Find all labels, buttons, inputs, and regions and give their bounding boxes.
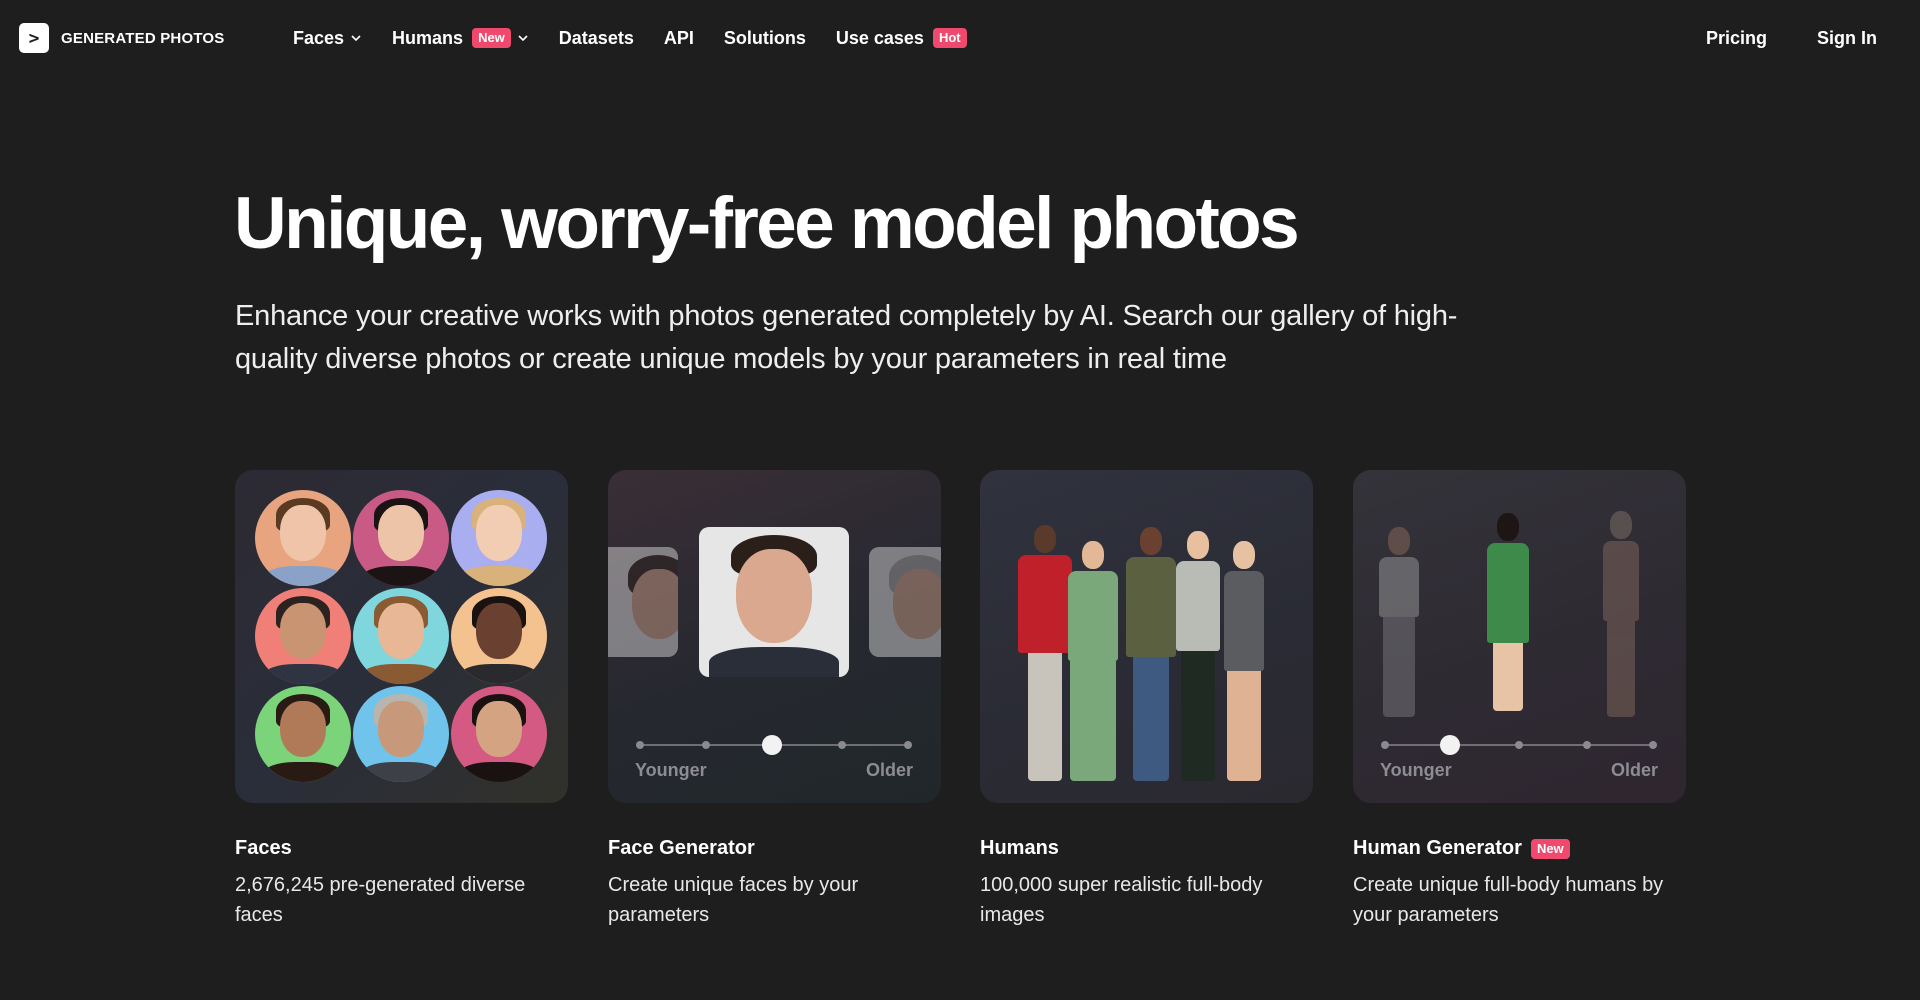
nav-faces-label: Faces [293,27,345,48]
slider-dot [1515,741,1523,749]
face-thumbnail [255,686,351,782]
slider-label-older: Older [1610,760,1658,780]
slider-label-younger: Younger [635,760,707,780]
face-thumbnail [451,490,547,586]
slider-dot [904,741,912,749]
card-human-generator-title: Human Generator New [1353,837,1686,860]
slider-labels: Younger Older [1380,760,1658,781]
slider-knob[interactable] [762,735,782,755]
card-human-generator-title-text: Human Generator [1353,837,1522,859]
chevron-down-icon [351,35,361,42]
slider-dot [702,741,710,749]
age-slider[interactable] [1381,735,1657,755]
face-thumbnail [353,490,449,586]
card-humans[interactable]: Humans 100,000 super realistic full-body… [980,470,1313,930]
new-badge: New [1530,838,1570,859]
hero-title: Unique, worry-free model photos [234,183,1300,264]
nav-use-cases-label: Use cases [835,27,924,48]
slider-dot [1381,741,1389,749]
nav-pricing[interactable]: Pricing [1706,28,1767,49]
card-face-generator[interactable]: Younger Older Face Generator Create uniq… [608,470,941,930]
person-figure [1068,541,1118,781]
portrait-main [699,527,849,677]
nav-humans[interactable]: Humans New [392,28,529,49]
slider-dot [838,741,846,749]
nav-use-cases[interactable]: Use cases Hot [836,28,967,49]
person-figure [1176,531,1220,781]
face-generator-image: Younger Older [608,470,941,803]
nav-api[interactable]: API [664,28,694,49]
person-figure [1379,527,1419,717]
card-humans-desc: 100,000 super realistic full-body images [980,874,1263,926]
slider-knob[interactable] [1440,735,1460,755]
face-thumbnail [353,686,449,782]
main-menu: Faces Humans New Datasets API Solutions … [293,0,997,76]
logo-link[interactable]: > GENERATED PHOTOS [19,23,225,53]
card-face-generator-desc: Create unique faces by your parameters [608,874,859,926]
person-figure [1603,511,1639,717]
face-thumbnail [451,588,547,684]
face-thumbnail [255,490,351,586]
humans-group-image [980,470,1313,803]
nav-right: Pricing Sign In [1656,0,1877,76]
card-faces[interactable]: Faces 2,676,245 pre-generated diverse fa… [235,470,568,930]
card-human-generator-desc: Create unique full-body humans by your p… [1353,874,1664,926]
card-faces-desc: 2,676,245 pre-generated diverse faces [235,874,526,926]
card-face-generator-title: Face Generator [608,837,755,859]
sign-in-link[interactable]: Sign In [1817,28,1877,49]
person-figure [1018,525,1072,781]
top-navigation: > GENERATED PHOTOS Faces Humans New Data… [0,0,1920,76]
portrait-side [869,547,941,657]
slider-label-older: Older [865,760,913,780]
faces-collage-image [235,470,568,803]
chevron-down-icon [518,35,528,42]
card-human-generator[interactable]: Younger Older Human Generator New Create… [1353,470,1686,930]
slider-label-younger: Younger [1380,760,1452,780]
face-thumbnail [255,588,351,684]
face-thumbnail [451,686,547,782]
logo-text: GENERATED PHOTOS [61,29,225,47]
card-faces-title: Faces [235,837,292,859]
nav-datasets[interactable]: Datasets [559,28,634,49]
nav-solutions[interactable]: Solutions [724,28,806,49]
logo-icon: > [19,23,49,53]
hero-subtitle: Enhance your creative works with photos … [235,300,1458,375]
portrait-side [608,547,678,657]
person-figure [1126,527,1176,781]
nav-faces[interactable]: Faces [293,28,362,49]
hot-badge: Hot [932,28,967,48]
slider-dot [1583,741,1591,749]
face-thumbnail [353,588,449,684]
person-figure [1224,541,1264,781]
slider-dot [636,741,644,749]
person-figure [1487,513,1529,711]
age-slider[interactable] [636,735,912,755]
card-humans-title: Humans [980,837,1059,859]
nav-humans-label: Humans [392,27,464,48]
human-generator-image: Younger Older [1353,470,1686,803]
slider-dot [1649,741,1657,749]
slider-labels: Younger Older [635,760,913,781]
new-badge: New [472,28,511,48]
